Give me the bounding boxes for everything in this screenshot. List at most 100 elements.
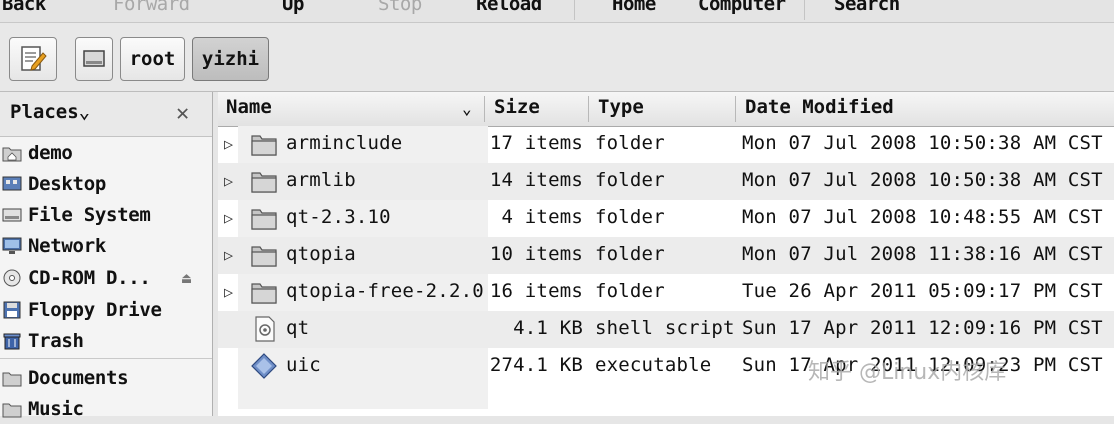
cell-name: armlib bbox=[286, 169, 356, 191]
computer-button[interactable]: Computer bbox=[698, 0, 786, 15]
eject-icon[interactable]: ⏏ bbox=[182, 269, 191, 287]
sidebar-item-label: Desktop bbox=[28, 173, 106, 195]
sort-chevron-icon[interactable]: ⌄ bbox=[462, 99, 472, 118]
column-separator[interactable] bbox=[588, 96, 589, 122]
cell-size: 274.1 KB bbox=[489, 354, 583, 376]
cell-date: Mon 07 Jul 2008 10:50:38 AM CST bbox=[742, 169, 1103, 191]
folder-icon bbox=[250, 130, 278, 158]
reload-button[interactable]: Reload bbox=[476, 0, 542, 15]
back-button[interactable]: Back bbox=[2, 0, 46, 15]
column-header-name[interactable]: Name bbox=[226, 96, 272, 118]
cdrom-icon bbox=[2, 269, 22, 287]
cell-date: Mon 07 Jul 2008 10:48:55 AM CST bbox=[742, 206, 1103, 228]
column-header-type[interactable]: Type bbox=[598, 96, 644, 118]
sidebar-title: Places bbox=[10, 101, 79, 123]
cell-size: 14 items bbox=[489, 169, 583, 191]
notepad-pencil-icon bbox=[21, 46, 47, 71]
edit-location-button[interactable] bbox=[9, 37, 57, 81]
sidebar-item-floppy[interactable]: Floppy Drive bbox=[2, 295, 207, 325]
chevron-down-icon: ⌄ bbox=[78, 101, 91, 123]
column-header-size[interactable]: Size bbox=[494, 96, 540, 118]
toolbar-separator bbox=[804, 0, 805, 20]
cell-type: shell script bbox=[595, 317, 735, 339]
folder-icon bbox=[250, 241, 278, 269]
cell-type: folder bbox=[595, 132, 665, 154]
path-button-yizhi[interactable]: yizhi bbox=[192, 37, 269, 81]
cell-name: qtopia-free-2.2.0 bbox=[286, 280, 484, 302]
sidebar-item-cdrom[interactable]: CD-ROM D... ⏏ bbox=[2, 263, 207, 293]
cell-name: qt bbox=[286, 317, 310, 339]
stop-button[interactable]: Stop bbox=[378, 0, 422, 15]
sidebar-header: Places⌄ ✕ bbox=[0, 92, 212, 137]
expand-triangle-icon[interactable]: ▷ bbox=[224, 283, 233, 301]
trash-icon bbox=[2, 332, 22, 350]
folder-icon bbox=[2, 369, 22, 387]
column-header-bar: Name ⌄ Size Type Date Modified bbox=[218, 92, 1114, 127]
sidebar-item-music[interactable]: Music bbox=[2, 394, 207, 424]
watermark-text: 知乎 @Linux内核库 bbox=[808, 360, 1007, 385]
sidebar-item-desktop[interactable]: Desktop bbox=[2, 169, 207, 199]
cell-date: Mon 07 Jul 2008 11:38:16 AM CST bbox=[742, 243, 1103, 265]
network-icon bbox=[2, 237, 22, 255]
sidebar-item-network[interactable]: Network bbox=[2, 231, 207, 261]
expand-triangle-icon[interactable]: ▷ bbox=[224, 135, 233, 153]
toolbar-separator bbox=[574, 0, 575, 20]
filesystem-root-button[interactable] bbox=[75, 37, 113, 81]
cell-size: 4.1 KB bbox=[513, 317, 583, 339]
column-header-date[interactable]: Date Modified bbox=[745, 96, 894, 118]
sidebar-item-documents[interactable]: Documents bbox=[2, 363, 207, 393]
home-folder-icon bbox=[2, 144, 22, 162]
cell-date: Tue 26 Apr 2011 05:09:17 PM CST bbox=[742, 280, 1103, 302]
expand-triangle-icon[interactable]: ▷ bbox=[224, 246, 233, 264]
cell-type: executable bbox=[595, 354, 712, 376]
sidebar-item-trash[interactable]: Trash bbox=[2, 326, 207, 356]
sidebar-item-label: Floppy Drive bbox=[28, 299, 162, 321]
close-sidebar-icon[interactable]: ✕ bbox=[176, 101, 189, 126]
expand-triangle-icon[interactable]: ▷ bbox=[224, 172, 233, 190]
forward-button[interactable]: Forward bbox=[113, 0, 190, 15]
drive-icon bbox=[2, 206, 22, 224]
cell-size: 16 items bbox=[489, 280, 583, 302]
sidebar-separator bbox=[0, 358, 212, 359]
drive-icon bbox=[83, 50, 105, 67]
table-row[interactable]: ▷ qtopia 10 items folder Mon 07 Jul 2008 11:… bbox=[218, 237, 1114, 274]
expand-triangle-icon[interactable]: ▷ bbox=[224, 209, 233, 227]
sidebar-item-label: CD-ROM D... bbox=[28, 267, 151, 289]
sidebar-item-label: Network bbox=[28, 235, 106, 257]
sidebar-item-label: Documents bbox=[28, 367, 129, 389]
cell-name: qt-2.3.10 bbox=[286, 206, 391, 228]
main-toolbar: Back Forward Up Stop Reload Home Compute… bbox=[0, 0, 1114, 23]
folder-icon bbox=[250, 278, 278, 306]
folder-icon bbox=[2, 400, 22, 418]
sidebar-item-label: Trash bbox=[28, 330, 84, 352]
sidebar-places-selector[interactable]: Places⌄ bbox=[10, 101, 90, 123]
cell-date: Sun 17 Apr 2011 12:09:16 PM CST bbox=[742, 317, 1103, 339]
table-row[interactable]: ▷ qt-2.3.10 4 items folder Mon 07 Jul 2008 1… bbox=[218, 200, 1114, 237]
table-row[interactable]: qt 4.1 KB shell script Sun 17 Apr 2011 12:0… bbox=[218, 311, 1114, 348]
folder-icon bbox=[250, 204, 278, 232]
sidebar-item-label: Music bbox=[28, 398, 84, 420]
column-separator[interactable] bbox=[735, 96, 736, 122]
home-button[interactable]: Home bbox=[612, 0, 656, 15]
column-separator[interactable] bbox=[484, 96, 485, 122]
cell-type: folder bbox=[595, 280, 665, 302]
table-row[interactable]: ▷ arminclude 17 items folder Mon 07 Jul 2008… bbox=[218, 126, 1114, 163]
folder-icon bbox=[250, 167, 278, 195]
up-button[interactable]: Up bbox=[282, 0, 304, 15]
cell-type: folder bbox=[595, 206, 665, 228]
location-bar: root yizhi bbox=[0, 23, 1114, 92]
sidebar-item-label: File System bbox=[28, 204, 151, 226]
floppy-icon bbox=[2, 301, 22, 319]
cell-name: uic bbox=[286, 354, 321, 376]
search-button[interactable]: Search bbox=[834, 0, 900, 15]
shell-script-icon bbox=[250, 315, 278, 343]
table-row[interactable]: ▷ armlib 14 items folder Mon 07 Jul 2008 10:… bbox=[218, 163, 1114, 200]
table-row[interactable]: ▷ qtopia-free-2.2.0 16 items folder Tue 26 A… bbox=[218, 274, 1114, 311]
cell-name: arminclude bbox=[286, 132, 403, 154]
sidebar-item-file-system[interactable]: File System bbox=[2, 200, 207, 230]
executable-icon bbox=[250, 352, 278, 380]
sidebar-item-demo[interactable]: demo bbox=[2, 138, 207, 168]
path-button-root[interactable]: root bbox=[120, 37, 185, 81]
cell-name: qtopia bbox=[286, 243, 356, 265]
cell-type: folder bbox=[595, 243, 665, 265]
